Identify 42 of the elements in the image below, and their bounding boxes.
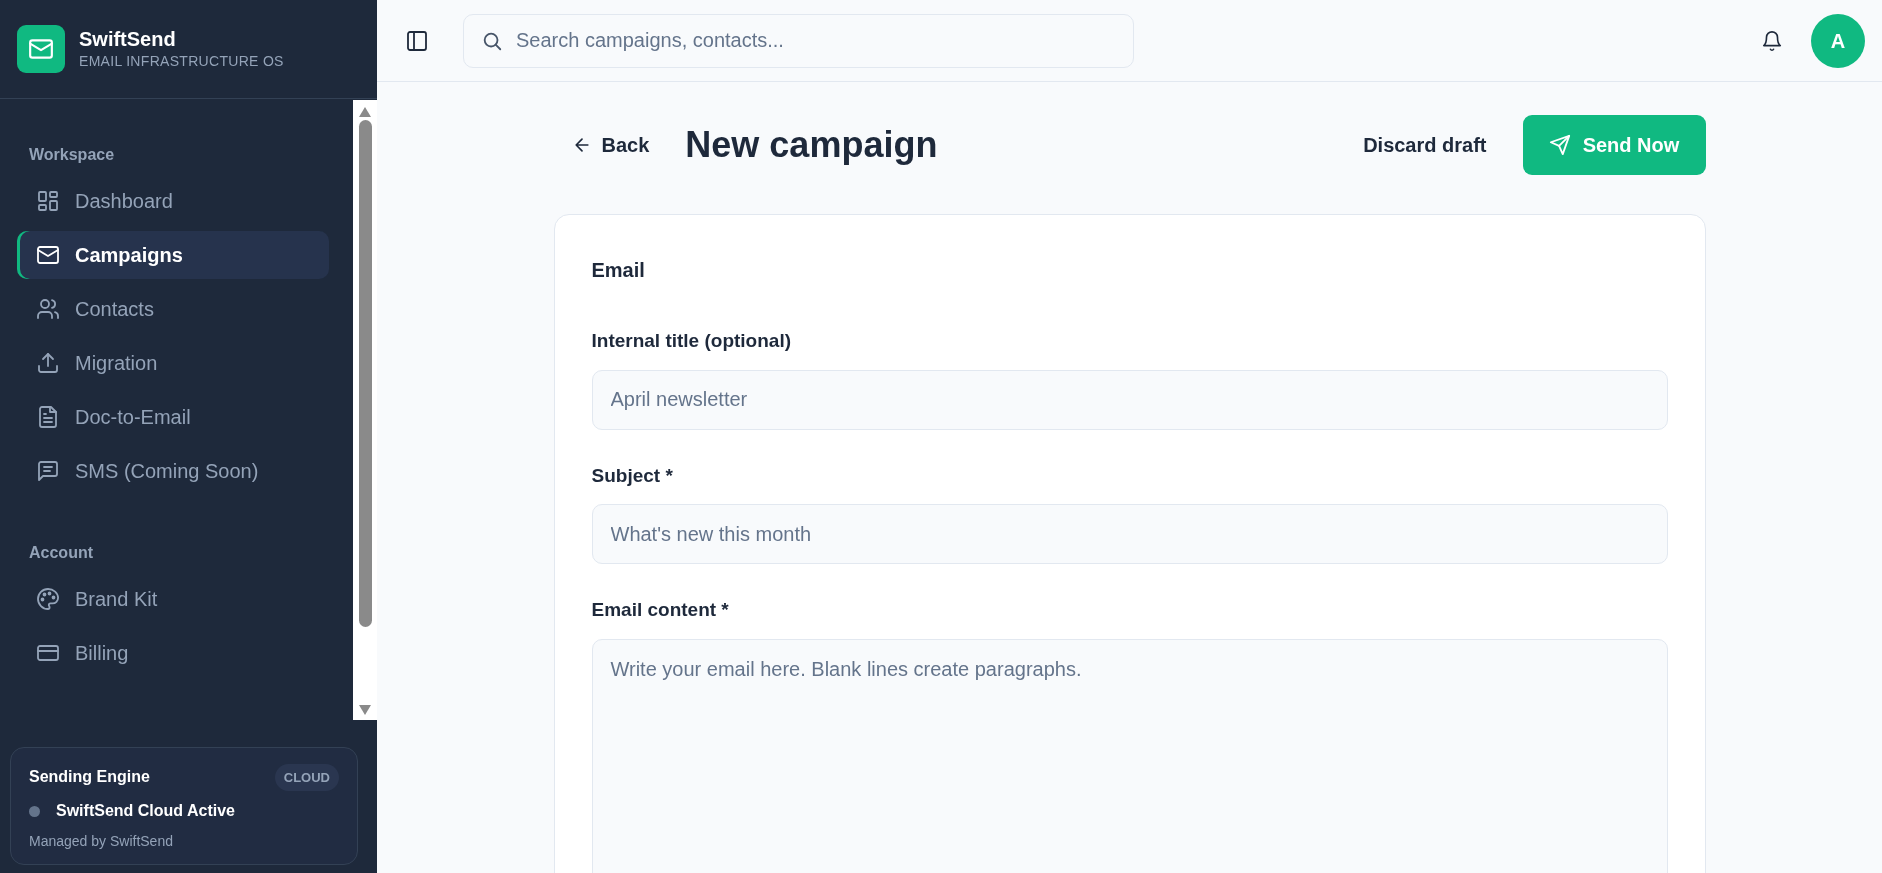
scrollbar[interactable] xyxy=(353,100,377,720)
section-title: Email xyxy=(591,258,646,283)
paper-plane-icon xyxy=(1548,134,1571,156)
discard-button[interactable]: Discard draft xyxy=(1357,129,1493,161)
sidebar-item[interactable]: Migration xyxy=(17,339,329,387)
field-label: Subject * xyxy=(591,463,674,488)
scroll-up-arrow-icon[interactable] xyxy=(358,106,372,118)
upload-icon xyxy=(36,351,60,375)
content-field[interactable]: Write your email here. Blank lines create paragraphs. xyxy=(591,638,1668,873)
page-title: New campaign xyxy=(685,123,938,167)
brand-name: SwiftSend xyxy=(79,26,177,51)
envelope-logo-icon xyxy=(17,25,65,73)
status-text: SwiftSend Cloud Active xyxy=(56,801,235,821)
grid-icon xyxy=(36,189,60,213)
sidebar-item[interactable]: Brand Kit xyxy=(17,575,329,623)
status-dot xyxy=(29,805,40,817)
section-label: Workspace xyxy=(28,145,116,165)
managed-note: Managed by SwiftSend xyxy=(29,832,174,851)
sidebar-item[interactable]: SMS (Coming Soon) xyxy=(17,447,329,495)
sidebar-icon xyxy=(405,28,429,53)
sidebar-item[interactable]: Billing xyxy=(17,629,329,677)
back-button[interactable]: Back xyxy=(553,130,668,160)
brand-tagline: EMAIL INFRASTRUCTURE OS xyxy=(79,51,284,71)
card-title: Sending Engine xyxy=(29,767,150,788)
field-label: Email content * xyxy=(591,598,730,622)
sidebar-item[interactable]: Doc-to-Email xyxy=(17,393,329,441)
document-icon xyxy=(36,405,60,429)
input-field[interactable]: What's new this month xyxy=(591,504,1668,564)
scroll-down-arrow-icon[interactable] xyxy=(358,704,372,716)
input-field[interactable]: April newsletter xyxy=(591,369,1668,430)
envelope-icon xyxy=(36,243,60,267)
sidebar-item[interactable]: Contacts xyxy=(17,285,329,333)
search-field[interactable]: Search campaigns, contacts... xyxy=(463,13,1134,68)
section-label: Account xyxy=(28,543,94,563)
palette-icon xyxy=(36,587,60,611)
chat-icon xyxy=(36,459,60,483)
field-label: Internal title (optional) xyxy=(591,329,792,353)
cloud-badge: CLOUD xyxy=(274,763,339,791)
sidebar-item[interactable]: Dashboard xyxy=(17,177,329,225)
bell-icon xyxy=(1761,30,1783,53)
people-icon xyxy=(36,297,60,321)
sidebar-item[interactable]: Campaigns xyxy=(17,231,329,279)
